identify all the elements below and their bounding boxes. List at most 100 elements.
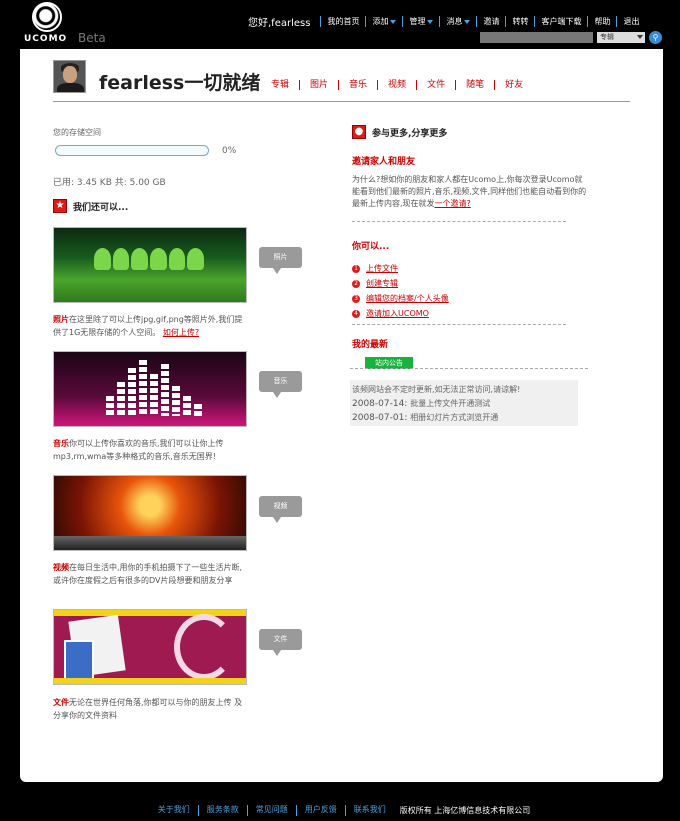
nav-invite[interactable]: 邀请 (476, 16, 505, 27)
greeting: 您好,fearless (248, 18, 311, 29)
storage-label: 您的存储空间 (53, 128, 101, 137)
footer-feedback-link[interactable]: 用户反馈 (295, 805, 345, 816)
photo-description: 照片在这里除了可以上传jpg,gif,png等照片外,我们提供了1G无限存储的个… (53, 313, 249, 339)
number-3-icon: 3 (352, 294, 360, 303)
more-heading: ● 参与更多,分享更多 (352, 125, 447, 139)
invite-text: 为什么?想如你的朋友和家人都在Ucomo上,你每次登录Ucomo就能看到他们最新… (352, 174, 588, 210)
photo-text: 在这里除了可以上传jpg,gif,png等照片外,我们提供了1G无限存储的个人空… (53, 315, 243, 337)
list-item: 3 编辑您的档案/个人头像 (352, 291, 449, 306)
you-can-title: 你可以... (352, 242, 390, 252)
top-nav: 您好,fearless 我的首页 添加 管理 消息 邀请 转转 客户端下载 帮助… (248, 14, 645, 29)
logo-mark-icon (32, 2, 62, 32)
how-to-upload-link[interactable]: 如何上传? (163, 328, 199, 337)
nav-logout-label: 退出 (623, 17, 640, 26)
list-item: 1 上传文件 (352, 261, 449, 276)
tab-photos[interactable]: 图片 (299, 80, 338, 90)
footer: 关于我们 服务条款 常见问题 用户反馈 联系我们 版权所有 上海亿博信息技术有限… (0, 805, 680, 816)
nav-add[interactable]: 添加 (365, 16, 402, 27)
copyright: 版权所有 上海亿博信息技术有限公司 (399, 806, 531, 815)
nav-manage[interactable]: 管理 (402, 16, 439, 27)
list-item: 4 邀请加入UCOMO (352, 306, 449, 321)
username-title: fearless一切就绪 (99, 72, 261, 94)
action-list: 1 上传文件 2 创建专辑 3 编辑您的档案/个人头像 4 邀请加入UCOMO (352, 261, 449, 321)
storage-percent: 0% (222, 146, 237, 156)
music-bubble[interactable]: 音乐 (259, 371, 302, 398)
music-keyword: 音乐 (53, 439, 69, 448)
search-icon: ⚲ (652, 33, 659, 42)
profile-header: fearless一切就绪 专辑 图片 音乐 视频 文件 随笔 好友 (53, 60, 630, 102)
footer-terms-link[interactable]: 服务条款 (197, 805, 247, 816)
edit-profile-link[interactable]: 编辑您的档案/个人头像 (366, 293, 449, 304)
nav-manage-label: 管理 (409, 17, 426, 26)
latest-title: 我的最新 (352, 340, 389, 350)
tab-music[interactable]: 音乐 (338, 80, 377, 90)
file-keyword: 文件 (53, 698, 69, 707)
tab-albums[interactable]: 专辑 (265, 80, 299, 90)
nav-help[interactable]: 帮助 (587, 16, 616, 27)
news-list: 该频网站会不定时更新,如无法正常访问,请谅解! 2008-07-14: 批量上传… (350, 380, 578, 426)
divider (350, 368, 588, 369)
nav-messages[interactable]: 消息 (439, 16, 476, 27)
nav-messages-label: 消息 (446, 17, 463, 26)
number-4-icon: 4 (352, 309, 360, 318)
music-text: 你可以上传你喜欢的音乐,我们可以让你上传 mp3,rm,wma等多种格式的音乐,… (53, 439, 224, 461)
avatar[interactable] (53, 60, 86, 93)
ucomo-logo[interactable]: UCOMO (24, 2, 72, 46)
list-item: 2 创建专辑 (352, 276, 449, 291)
news-text: 相册幻灯片方式浏览开通 (410, 413, 499, 422)
video-controls (54, 536, 246, 550)
video-bubble[interactable]: 视频 (259, 496, 302, 523)
footer-faq-link[interactable]: 常见问题 (246, 805, 296, 816)
tab-essays[interactable]: 随笔 (455, 80, 494, 90)
profile-tabs: 专辑 图片 音乐 视频 文件 随笔 好友 (265, 80, 533, 90)
beta-label: Beta (78, 31, 106, 45)
news-item[interactable]: 2008-07-01: 相册幻灯片方式浏览开通 (352, 411, 576, 425)
storage-used: 已用: 3.45 KB 共: 5.00 GB (53, 178, 166, 188)
search-button[interactable]: ⚲ (649, 31, 662, 44)
upload-file-link[interactable]: 上传文件 (366, 263, 398, 274)
music-feature-image[interactable] (53, 351, 247, 427)
news-date: 2008-07-14 (352, 399, 405, 409)
number-2-icon: 2 (352, 279, 360, 288)
file-bubble[interactable]: 文件 (259, 629, 302, 656)
invite-title: 邀请家人和朋友 (352, 157, 416, 167)
photo-bubble[interactable]: 照片 (259, 247, 302, 274)
star-icon: ★ (53, 199, 67, 213)
chevron-down-icon (637, 35, 643, 39)
search-scope-value: 专辑 (600, 33, 614, 41)
storage-progress-bar (55, 145, 209, 156)
can-do-heading: ★ 我们还可以... (53, 199, 128, 213)
video-text: 在每日生活中,用你的手机拍摄下了一些生活片断,或许你在度假之后有很多的DV片段想… (53, 563, 243, 585)
footer-contact-link[interactable]: 联系我们 (344, 805, 394, 816)
tab-friends[interactable]: 好友 (494, 80, 533, 90)
nav-client-download[interactable]: 客户端下载 (534, 16, 587, 27)
number-1-icon: 1 (352, 264, 360, 273)
nav-logout[interactable]: 退出 (616, 16, 645, 27)
news-notice: 该频网站会不定时更新,如无法正常访问,请谅解! (352, 385, 521, 394)
footer-about-link[interactable]: 关于我们 (150, 805, 198, 816)
photo-feature-image[interactable] (53, 227, 247, 303)
chevron-down-icon (390, 19, 397, 24)
tab-files[interactable]: 文件 (416, 80, 455, 90)
news-item[interactable]: 2008-07-14: 批量上传文件开通测试 (352, 397, 576, 411)
tab-video[interactable]: 视频 (377, 80, 416, 90)
divider (352, 221, 566, 222)
invite-link[interactable]: 一个邀请? (435, 199, 471, 208)
nav-help-label: 帮助 (594, 17, 611, 26)
nav-my-home[interactable]: 我的首页 (320, 16, 365, 27)
photo-keyword: 照片 (53, 315, 69, 324)
file-feature-image[interactable] (53, 609, 247, 685)
invite-join-link[interactable]: 邀请加入UCOMO (366, 308, 429, 319)
create-album-link[interactable]: 创建专辑 (366, 278, 398, 289)
video-feature-image[interactable] (53, 475, 247, 551)
search-bar: 专辑 ⚲ (480, 31, 662, 44)
more-title: 参与更多,分享更多 (372, 128, 448, 139)
news-text: 批量上传文件开通测试 (410, 399, 491, 408)
search-input[interactable] (480, 32, 593, 43)
chevron-down-icon (427, 19, 434, 24)
nav-my-home-label: 我的首页 (327, 17, 360, 26)
nav-share[interactable]: 转转 (505, 16, 534, 27)
search-scope-select[interactable]: 专辑 (597, 32, 645, 43)
main-panel: fearless一切就绪 专辑 图片 音乐 视频 文件 随笔 好友 您的存储空间… (20, 49, 663, 782)
video-description: 视频在每日生活中,用你的手机拍摄下了一些生活片断,或许你在度假之后有很多的DV片… (53, 561, 249, 587)
